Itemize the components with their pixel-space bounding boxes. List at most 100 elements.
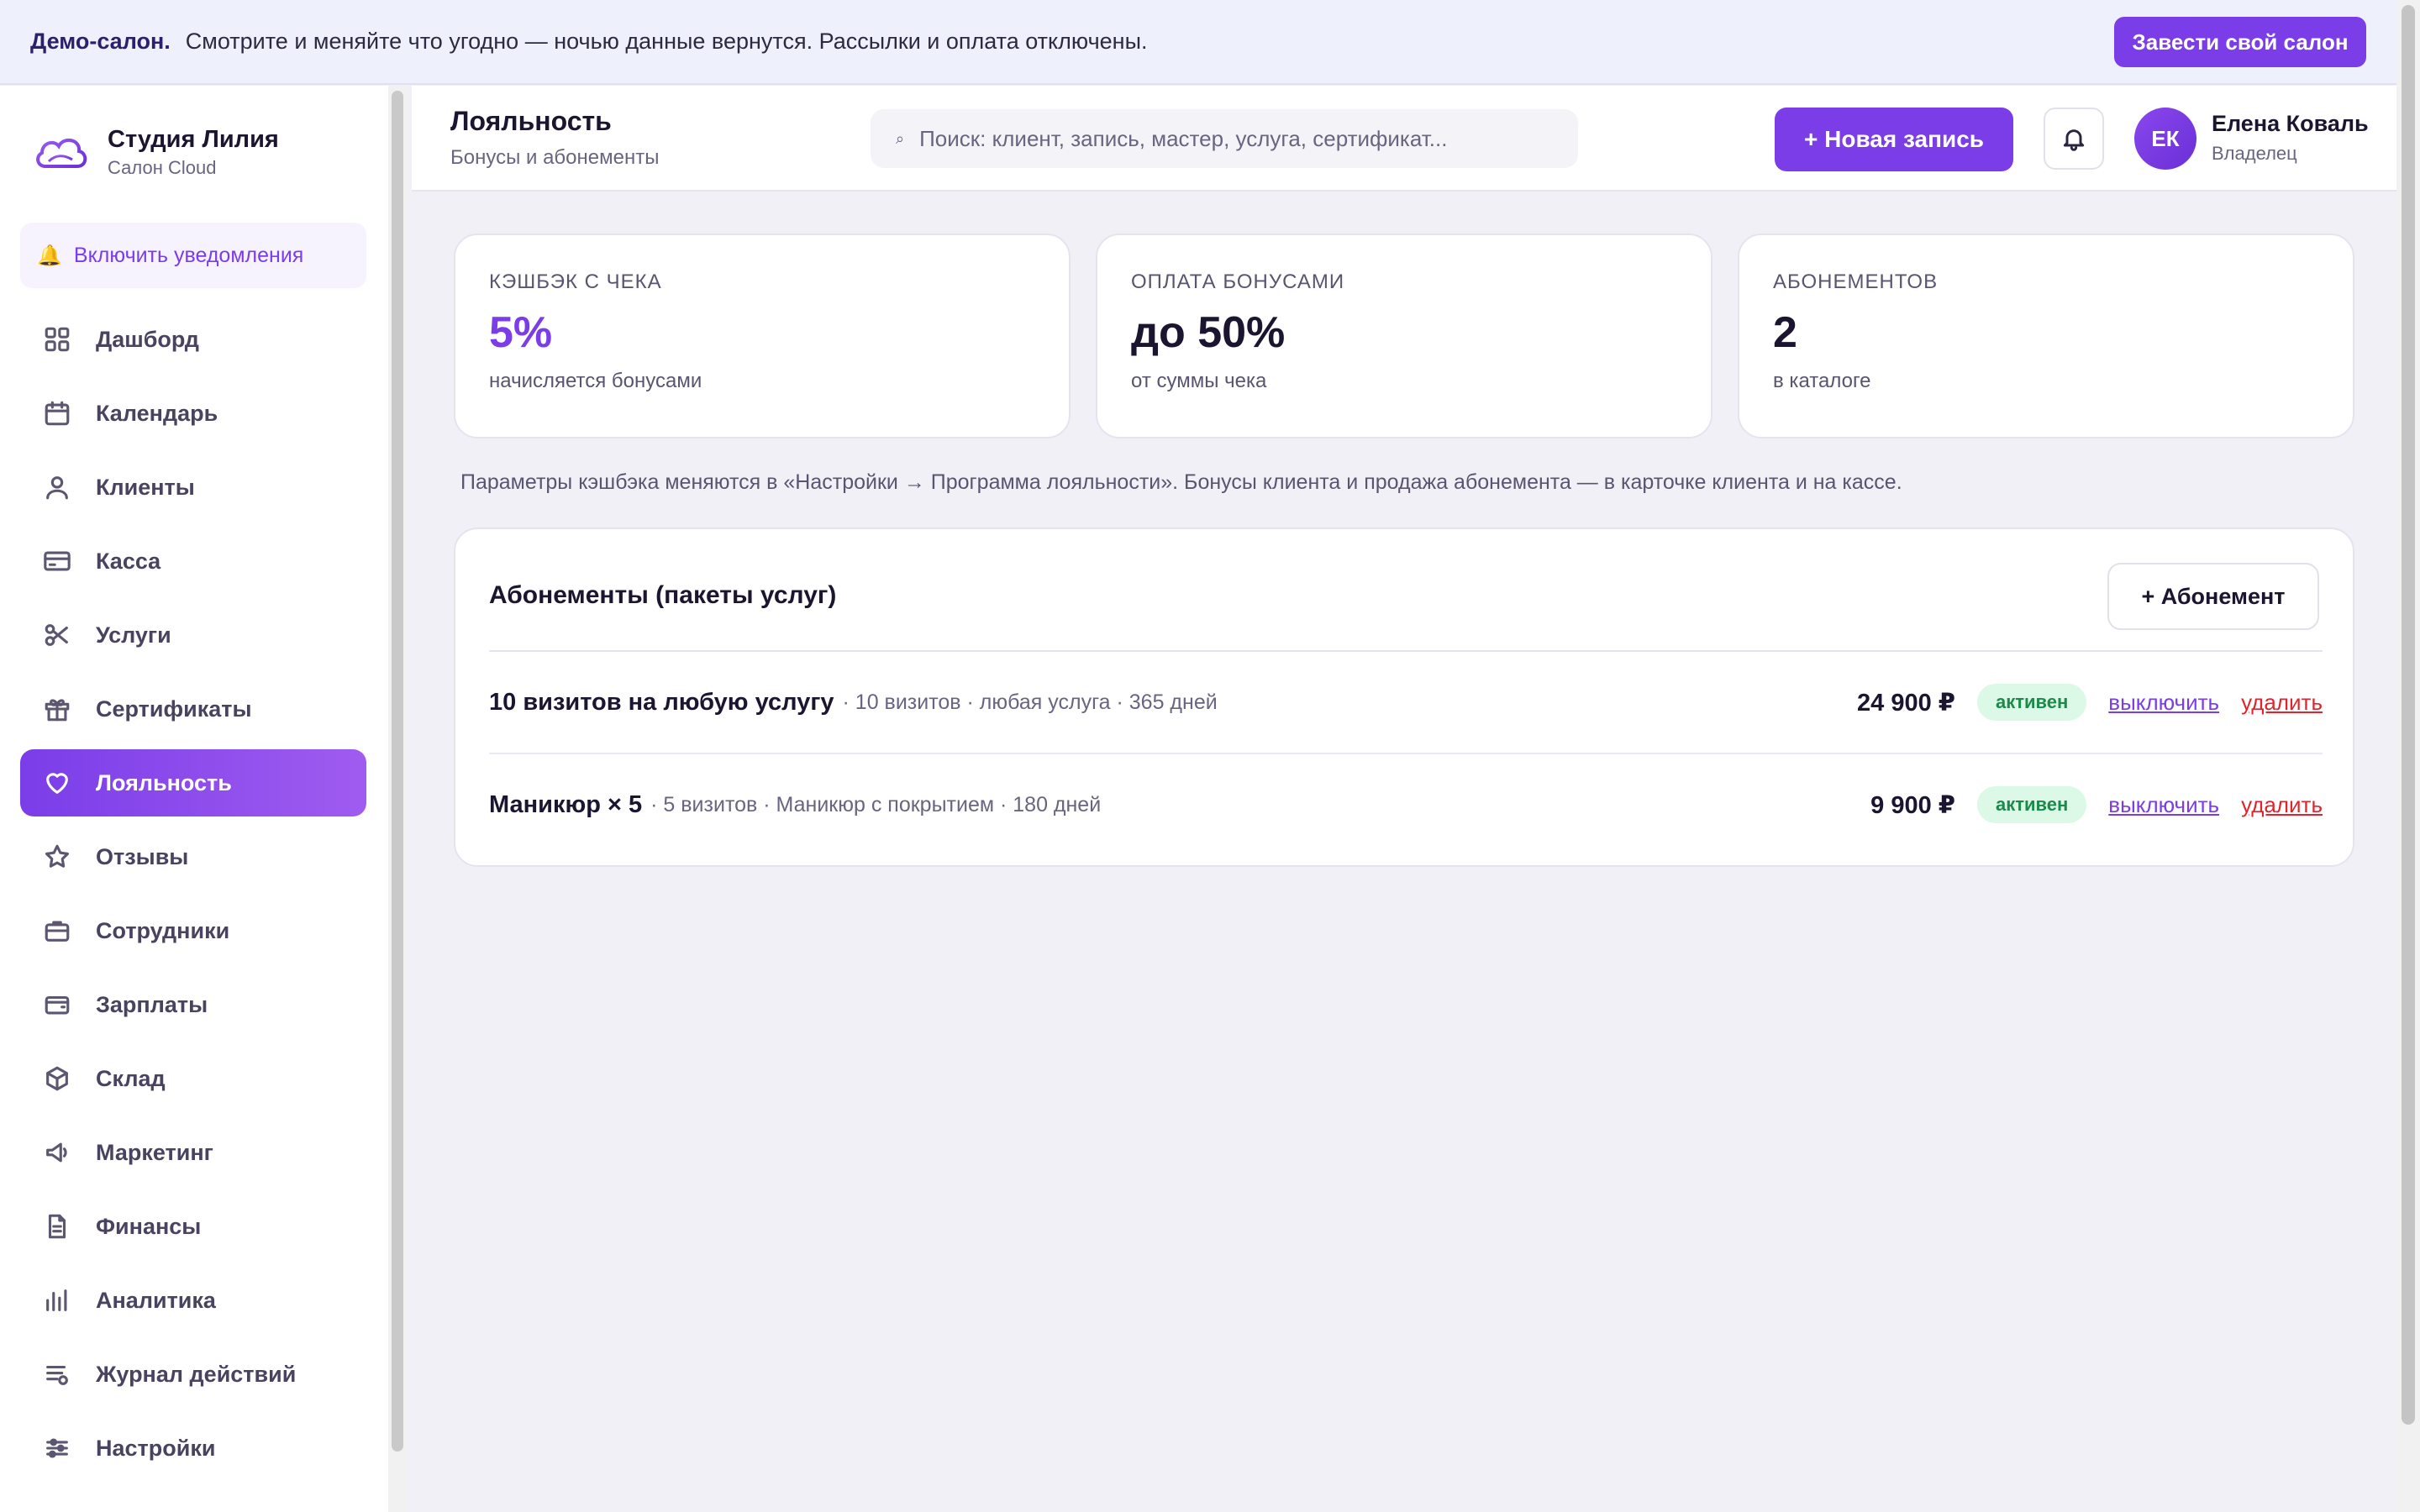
- enable-notifications-button[interactable]: 🔔 Включить уведомления: [20, 223, 366, 288]
- sidebar-item-warehouse[interactable]: Склад: [20, 1045, 366, 1112]
- disable-link[interactable]: выключить: [2108, 792, 2219, 818]
- sidebar-item-calendar[interactable]: Календарь: [20, 380, 366, 447]
- enable-notifications-label: Включить уведомления: [73, 243, 304, 267]
- new-appointment-button[interactable]: + Новая запись: [1775, 108, 2013, 171]
- row-actions: 24 900 ₽ активен выключить удалить: [1857, 652, 2323, 753]
- briefcase-icon: [40, 914, 74, 948]
- sidebar: Студия Лилия Салон Cloud 🔔 Включить увед…: [0, 86, 388, 1512]
- sidebar-item-label: Аналитика: [96, 1287, 216, 1313]
- stat-value: до 50%: [1131, 308, 1286, 357]
- sidebar-item-label: Календарь: [96, 400, 218, 426]
- sidebar-item-label: Финансы: [96, 1213, 202, 1239]
- sidebar-item-finance[interactable]: Финансы: [20, 1193, 366, 1260]
- sidebar-scrollbar[interactable]: [392, 91, 403, 1452]
- user-icon: [40, 470, 74, 504]
- sidebar-item-label: Касса: [96, 548, 161, 574]
- subscription-price: 9 900 ₽: [1870, 791, 1955, 819]
- disable-link[interactable]: выключить: [2108, 690, 2219, 716]
- stat-note: в каталоге: [1773, 370, 1871, 392]
- stat-card-cashback: КЭШБЭК С ЧЕКА 5% начисляется бонусами: [454, 234, 1071, 438]
- search-icon: ⌕: [896, 129, 905, 147]
- user-name[interactable]: Елена Коваль: [2212, 111, 2369, 137]
- scissors-icon: [40, 618, 74, 652]
- brand-subtitle: Салон Cloud: [108, 157, 217, 178]
- sidebar-item-label: Лояльность: [96, 769, 232, 795]
- search-input[interactable]: [919, 125, 1559, 152]
- stat-label: АБОНЕМЕНТОВ: [1773, 270, 1939, 293]
- search-box[interactable]: ⌕: [871, 109, 1578, 168]
- stat-value: 5%: [489, 308, 553, 357]
- banner-text: Смотрите и меняйте что угодно — ночью да…: [185, 29, 1148, 54]
- page-scrollbar[interactable]: [2402, 5, 2415, 1425]
- brand-title: Студия Лилия: [108, 126, 279, 153]
- loyalty-hint: Параметры кэшбэка меняются в «Настройки …: [460, 470, 1902, 494]
- stat-note: от суммы чека: [1131, 370, 1267, 392]
- create-salon-button[interactable]: Завести свой салон: [2114, 17, 2366, 67]
- page-title: Лояльность: [450, 106, 612, 136]
- sidebar-item-clients[interactable]: Клиенты: [20, 454, 366, 521]
- bell-icon: [2063, 129, 2085, 151]
- stat-card-bonus-payment: ОПЛАТА БОНУСАМИ до 50% от суммы чека: [1096, 234, 1712, 438]
- sidebar-item-cashdesk[interactable]: Касса: [20, 528, 366, 595]
- card-icon: [40, 544, 74, 578]
- sidebar-item-settings[interactable]: Настройки: [20, 1415, 366, 1482]
- sidebar-item-label: Дашборд: [96, 326, 199, 352]
- page-subtitle: Бонусы и абонементы: [450, 146, 660, 169]
- log-icon: [40, 1357, 74, 1391]
- grid-icon: [40, 323, 74, 356]
- stat-note: начисляется бонусами: [489, 370, 702, 392]
- sidebar-nav: Дашборд Календарь Клиенты Касса Услуги С…: [20, 306, 366, 1488]
- list-item: Маникюр × 5 · 5 визитов · Маникюр с покр…: [489, 754, 2323, 855]
- banner-title: Демо-салон.: [30, 29, 171, 54]
- calendar-icon: [40, 396, 74, 430]
- panel-title: Абонементы (пакеты услуг): [489, 581, 837, 609]
- avatar[interactable]: ЕК: [2134, 108, 2196, 170]
- subscription-meta: · 10 визитов · любая услуга · 365 дней: [842, 690, 1218, 714]
- box-icon: [40, 1062, 74, 1095]
- sliders-icon: [40, 1431, 74, 1465]
- bell-icon: 🔔: [37, 244, 62, 267]
- wallet-icon: [40, 988, 74, 1021]
- sidebar-item-dashboard[interactable]: Дашборд: [20, 306, 366, 373]
- add-subscription-button[interactable]: + Абонемент: [2107, 563, 2319, 630]
- sidebar-item-reviews[interactable]: Отзывы: [20, 823, 366, 890]
- user-role: Владелец: [2212, 143, 2297, 164]
- stat-label: КЭШБЭК С ЧЕКА: [489, 270, 662, 293]
- sidebar-item-staff[interactable]: Сотрудники: [20, 897, 366, 964]
- sidebar-item-label: Сотрудники: [96, 917, 230, 943]
- stat-label: ОПЛАТА БОНУСАМИ: [1131, 270, 1345, 293]
- star-icon: [40, 840, 74, 874]
- megaphone-icon: [40, 1136, 74, 1169]
- heart-icon: [40, 766, 74, 800]
- sidebar-item-loyalty[interactable]: Лояльность: [20, 749, 366, 816]
- status-badge: активен: [1976, 786, 2087, 823]
- document-icon: [40, 1210, 74, 1243]
- demo-banner: Демо-салон. Смотрите и меняйте что угодн…: [0, 0, 2396, 85]
- subscriptions-panel: Абонементы (пакеты услуг) + Абонемент 10…: [454, 528, 2354, 867]
- sidebar-item-label: Зарплаты: [96, 991, 208, 1017]
- sidebar-item-label: Клиенты: [96, 474, 195, 500]
- sidebar-item-label: Сертификаты: [96, 696, 252, 722]
- sidebar-item-services[interactable]: Услуги: [20, 601, 366, 669]
- list-item: 10 визитов на любую услугу · 10 визитов …: [489, 652, 2323, 753]
- sidebar-item-analytics[interactable]: Аналитика: [20, 1267, 366, 1334]
- brand[interactable]: Студия Лилия Салон Cloud: [34, 126, 279, 179]
- subscription-name: 10 визитов на любую услугу: [489, 688, 834, 716]
- bar-chart-icon: [40, 1284, 74, 1317]
- subscription-meta: · 5 визитов · Маникюр с покрытием · 180 …: [650, 792, 1102, 816]
- subscription-name: Маникюр × 5: [489, 790, 643, 818]
- sidebar-item-certificates[interactable]: Сертификаты: [20, 675, 366, 743]
- cloud-icon: [36, 138, 87, 168]
- subscription-price: 24 900 ₽: [1857, 689, 1955, 717]
- sidebar-item-marketing[interactable]: Маркетинг: [20, 1119, 366, 1186]
- delete-link[interactable]: удалить: [2241, 792, 2323, 818]
- stat-card-subscriptions: АБОНЕМЕНТОВ 2 в каталоге: [1738, 234, 2354, 438]
- row-actions: 9 900 ₽ активен выключить удалить: [1870, 754, 2323, 855]
- sidebar-item-activity-log[interactable]: Журнал действий: [20, 1341, 366, 1408]
- delete-link[interactable]: удалить: [2241, 690, 2323, 716]
- status-badge: активен: [1976, 684, 2087, 721]
- sidebar-item-label: Настройки: [96, 1435, 216, 1461]
- notifications-button[interactable]: [2044, 108, 2104, 170]
- gift-icon: [40, 692, 74, 726]
- sidebar-item-salaries[interactable]: Зарплаты: [20, 971, 366, 1038]
